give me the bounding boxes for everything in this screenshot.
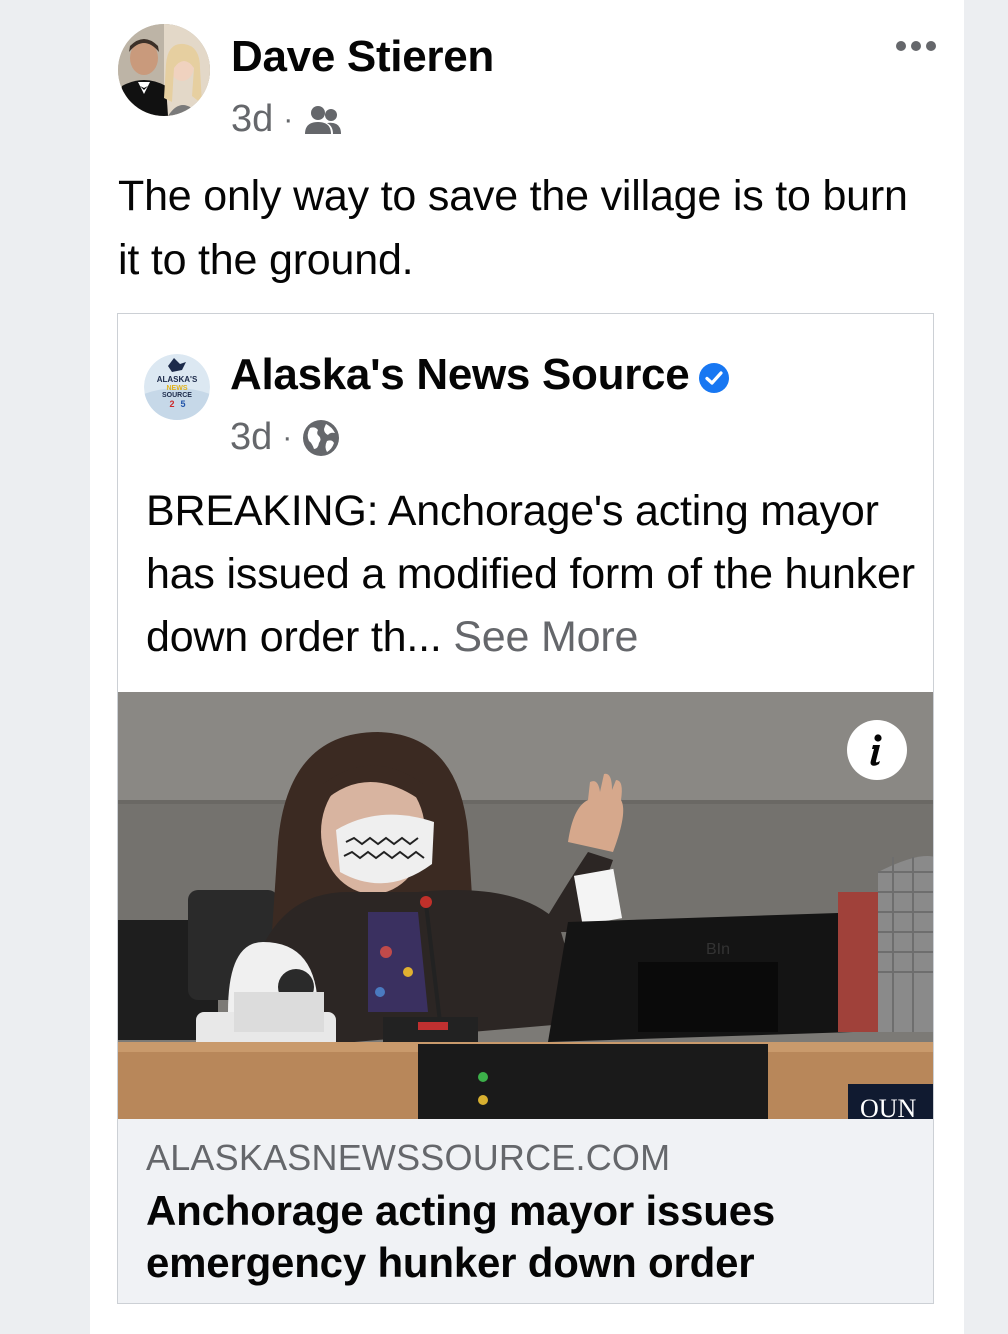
shared-post-meta: 3d ·: [230, 416, 340, 459]
page-name-row: Alaska's News Source: [230, 350, 730, 400]
shared-post-time[interactable]: 3d: [230, 416, 272, 459]
logo-text-line2: NEWS: [167, 385, 188, 392]
post-card: Dave Stieren 3d · The only way to save t…: [90, 0, 964, 1334]
logo-text-line5: 5: [180, 399, 185, 409]
link-preview-photo[interactable]: BIn OUN: [118, 692, 933, 1119]
author-avatar[interactable]: [118, 24, 210, 116]
page-logo-image: ALASKA'S NEWS SOURCE 2 5: [144, 354, 210, 420]
link-preview-footer[interactable]: ALASKASNEWSSOURCE.COM Anchorage acting m…: [118, 1119, 933, 1303]
logo-text-line3: SOURCE: [162, 392, 192, 399]
see-more-link[interactable]: See More: [453, 613, 638, 661]
post-time[interactable]: 3d: [231, 98, 273, 141]
logo-text-line1: ALASKA'S: [157, 375, 198, 384]
page-logo[interactable]: ALASKA'S NEWS SOURCE 2 5: [144, 354, 210, 420]
link-domain: ALASKASNEWSSOURCE.COM: [146, 1137, 671, 1178]
meta-separator: ·: [282, 420, 293, 454]
post-meta: 3d ·: [231, 98, 343, 141]
info-icon[interactable]: [847, 720, 907, 780]
link-preview-image: BIn OUN: [118, 692, 933, 1119]
author-name[interactable]: Dave Stieren: [231, 32, 494, 82]
logo-text-line4: 2: [169, 399, 174, 409]
shared-post[interactable]: ALASKA'S NEWS SOURCE 2 5 Alaska's News S…: [117, 313, 934, 1304]
link-headline[interactable]: Anchorage acting mayor issues emergency …: [146, 1185, 906, 1289]
more-horizontal-icon[interactable]: [894, 36, 938, 56]
svg-text:BIn: BIn: [706, 941, 730, 958]
author-avatar-image: [118, 24, 210, 116]
friends-icon[interactable]: [303, 104, 343, 136]
photo-sign-text: OUN: [860, 1094, 917, 1119]
post-text: The only way to save the village is to b…: [118, 172, 908, 284]
verified-badge-icon: [699, 363, 730, 393]
meta-separator: ·: [283, 102, 294, 136]
page-name[interactable]: Alaska's News Source: [230, 350, 690, 400]
globe-icon[interactable]: [302, 419, 340, 457]
shared-post-text: BREAKING: Anchorage's acting mayor has i…: [146, 480, 916, 669]
